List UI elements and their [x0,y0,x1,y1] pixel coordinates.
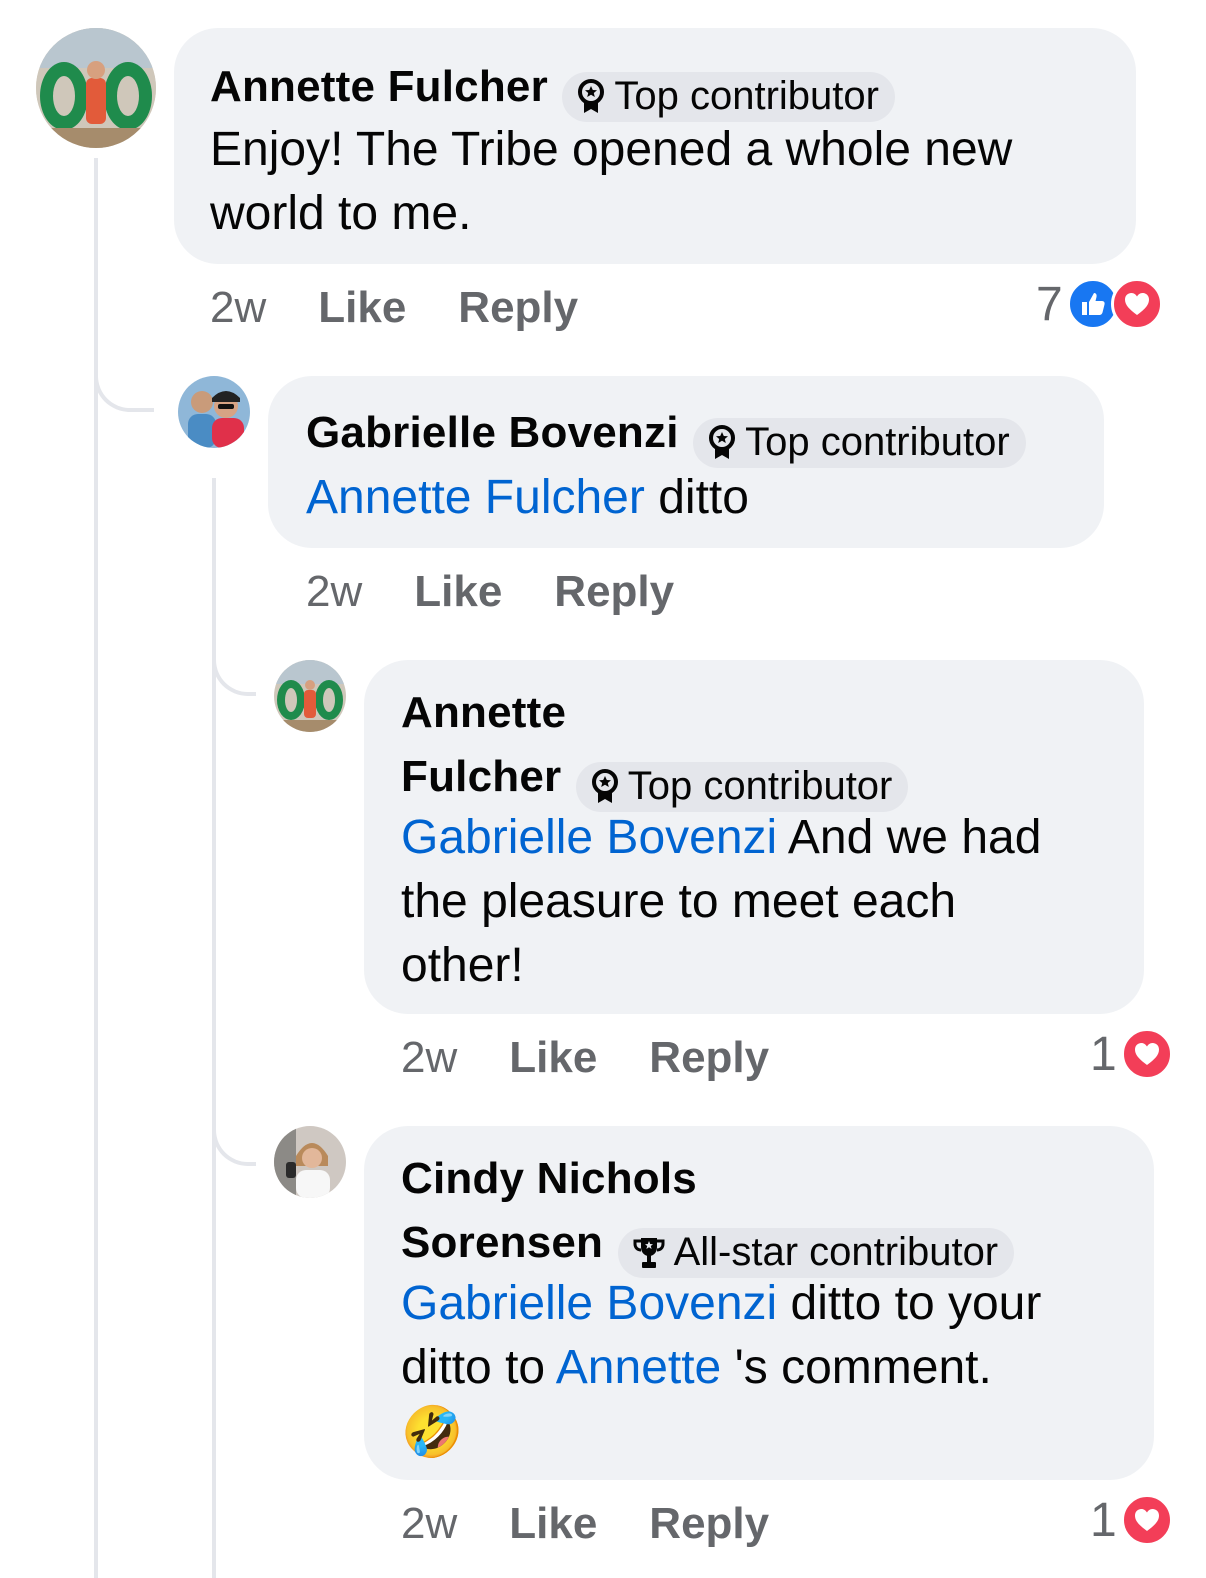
comment-body-part1: ditto to your [777,1277,1042,1330]
reaction-summary[interactable]: 7 [1036,276,1163,332]
comment-bubble: Gabrielle Bovenzi Top contributor Annett… [268,376,1104,548]
comment-bubble: Cindy Nichols Sorensen All-star contribu… [364,1126,1154,1480]
comment-actions: 2w Like Reply [210,280,630,336]
comment-text: Gabrielle Bovenzi And we had the pleasur… [401,806,1141,998]
mention-link[interactable]: Gabrielle Bovenzi [401,1277,777,1330]
comment-timestamp[interactable]: 2w [306,567,362,617]
comment-actions: 2w Like Reply [401,1496,821,1552]
like-button[interactable]: Like [318,283,406,333]
medal-icon [709,424,736,459]
comment-body-line1: And we had [777,811,1042,864]
avatar-annette-fulcher[interactable] [36,28,156,148]
reaction-summary[interactable]: 1 [1090,1026,1173,1082]
avatar-photo [36,28,156,148]
avatar-cindy-nichols-sorensen[interactable] [274,1126,346,1198]
like-button[interactable]: Like [414,567,502,617]
reaction-count: 7 [1036,277,1063,331]
badge-label: Top contributor [614,74,879,119]
avatar-photo [274,1126,346,1198]
reply-button[interactable]: Reply [649,1499,769,1549]
author-name[interactable]: Gabrielle Bovenzi [306,408,679,457]
love-icon [1110,278,1163,330]
thread-branch-2 [212,640,256,696]
medal-icon [591,768,618,803]
contributor-badge[interactable]: Top contributor [562,71,895,122]
author-name-line2[interactable]: Sorensen [401,1218,603,1267]
trophy-icon [633,1237,665,1268]
reply-button[interactable]: Reply [649,1033,769,1083]
reply-button[interactable]: Reply [554,567,674,617]
comment-body: ditto [658,471,749,524]
comment-actions: 2w Like Reply [401,1030,821,1086]
comment-bubble: Annette Fulcher Top contributor Enjoy! T… [174,28,1136,264]
mention-link[interactable]: Gabrielle Bovenzi [401,811,777,864]
mention-link[interactable]: Annette Fulcher [306,471,645,524]
author-name[interactable]: Annette Fulcher [210,62,548,111]
like-button[interactable]: Like [509,1499,597,1549]
avatar-photo [274,660,346,732]
contributor-badge[interactable]: All-star contributor [617,1227,1015,1278]
badge-label: Top contributor [627,764,893,809]
author-name-line1[interactable]: Annette [401,688,908,738]
comment-body-line3: other! [401,939,524,992]
author-name-line2[interactable]: Fulcher [401,752,561,801]
thread-branch-3 [212,1110,256,1166]
reply-button[interactable]: Reply [458,283,578,333]
comment-body-part3: 's comment. [721,1341,992,1394]
comment-timestamp[interactable]: 2w [401,1033,457,1083]
love-icon [1120,1028,1173,1080]
comment-timestamp[interactable]: 2w [401,1499,457,1549]
comment-text: Enjoy! The Tribe opened a whole new worl… [210,123,1013,240]
like-button[interactable]: Like [509,1033,597,1083]
contributor-badge[interactable]: Top contributor [575,761,909,812]
badge-label: Top contributor [745,420,1010,465]
thread-branch-1 [94,360,154,412]
comment-body-line2: the pleasure to meet each [401,875,957,928]
comment-text: Gabrielle Bovenzi ditto to your ditto to… [401,1272,1151,1464]
avatar-gabrielle-bovenzi[interactable] [178,376,250,448]
love-icon [1120,1494,1173,1546]
avatar-annette-fulcher[interactable] [274,660,346,732]
comment-timestamp[interactable]: 2w [210,283,266,333]
reaction-summary[interactable]: 1 [1090,1492,1173,1548]
author-name-line1[interactable]: Cindy Nichols [401,1154,1014,1204]
rolling-laughing-emoji: 🤣 [401,1403,464,1461]
avatar-photo [178,376,250,448]
contributor-badge[interactable]: Top contributor [693,417,1026,468]
medal-icon [578,78,605,113]
comment-text: Annette Fulcher ditto [306,466,749,530]
reaction-count: 1 [1090,1027,1117,1081]
comment-bubble: Annette Fulcher Top contributor Gabriell… [364,660,1144,1014]
mention-link[interactable]: Annette [556,1341,721,1394]
reaction-count: 1 [1090,1493,1117,1547]
comment-actions: 2w Like Reply [306,564,726,620]
comment-body-part2: ditto to [401,1341,556,1394]
badge-label: All-star contributor [673,1230,999,1275]
